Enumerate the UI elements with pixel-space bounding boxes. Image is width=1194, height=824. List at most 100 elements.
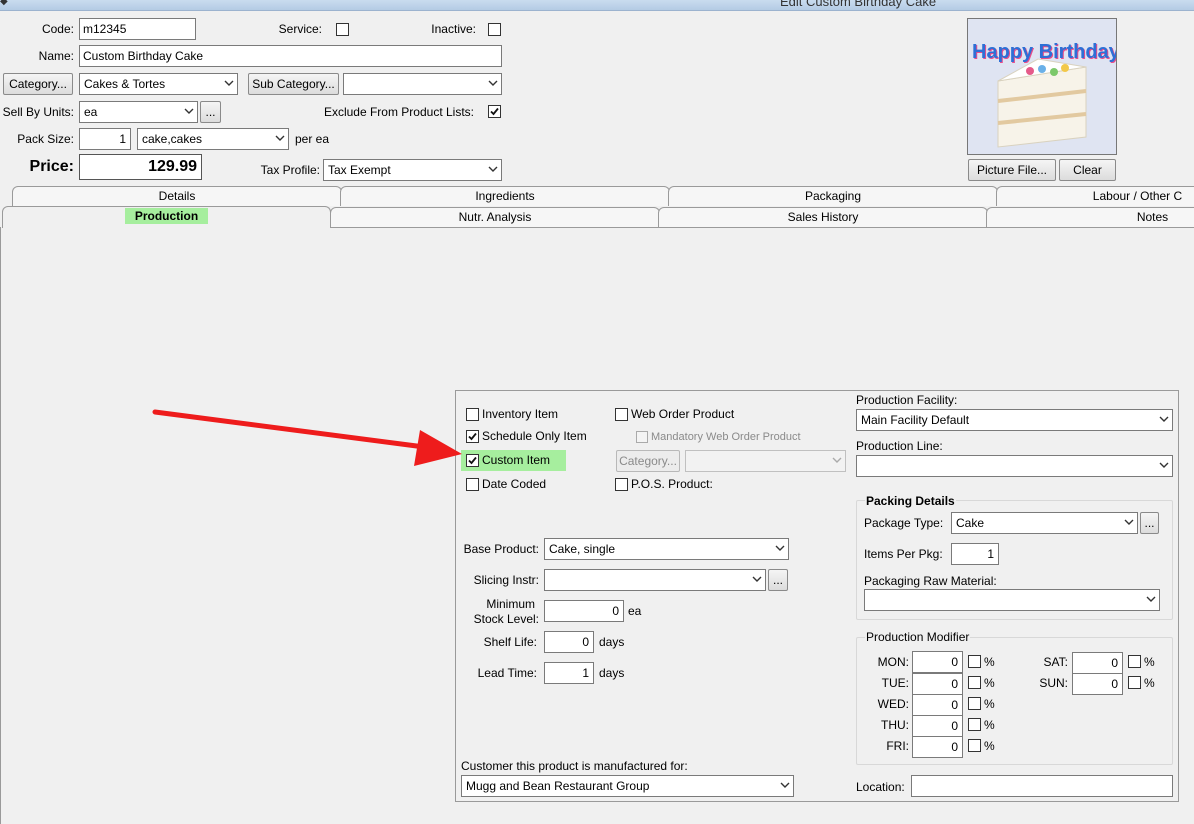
min-stock-label-2: Stock Level:	[473, 612, 539, 626]
name-label: Name:	[38, 49, 74, 63]
sell-by-units-select[interactable]: ea	[79, 101, 198, 123]
customer-label: Customer this product is manufactured fo…	[461, 759, 688, 773]
tab-packaging[interactable]: Packaging	[668, 186, 998, 206]
base-product-label: Base Product:	[463, 542, 539, 556]
chevron-down-icon	[184, 108, 194, 114]
shelf-life-input[interactable]: 0	[544, 631, 594, 653]
customer-select[interactable]: Mugg and Bean Restaurant Group	[461, 775, 794, 797]
tab-notes[interactable]: Notes	[986, 207, 1194, 227]
items-per-pkg-input[interactable]: 1	[951, 543, 999, 565]
modifier-mon-input[interactable]: 0	[912, 651, 963, 673]
modifier-mon-percent-checkbox[interactable]	[968, 655, 981, 668]
modifier-fri-input[interactable]: 0	[912, 736, 963, 758]
tax-profile-select[interactable]: Tax Exempt	[323, 159, 502, 181]
name-input[interactable]: Custom Birthday Cake	[79, 45, 502, 67]
production-category-select[interactable]	[685, 450, 846, 472]
code-input[interactable]: m12345	[79, 18, 196, 40]
app-icon: ◆	[0, 0, 8, 7]
modifier-thu-percent-checkbox[interactable]	[968, 718, 981, 731]
mandatory-web-order-checkbox[interactable]	[636, 431, 648, 443]
lead-time-unit: days	[599, 666, 625, 680]
inventory-item-label: Inventory Item	[482, 407, 559, 421]
production-facility-select[interactable]: Main Facility Default	[856, 409, 1173, 431]
service-checkbox[interactable]	[336, 23, 349, 36]
modifier-thu-input[interactable]: 0	[912, 715, 963, 737]
modifier-sun-percent-checkbox[interactable]	[1128, 676, 1141, 689]
clear-picture-button[interactable]: Clear	[1059, 159, 1116, 181]
tab-details[interactable]: Details	[12, 186, 342, 206]
chevron-down-icon	[1159, 416, 1169, 422]
web-order-product-checkbox[interactable]	[615, 408, 628, 421]
category-select[interactable]: Cakes & Tortes	[79, 73, 238, 95]
production-category-button[interactable]: Category...	[616, 450, 680, 472]
modifier-fri-percent-checkbox[interactable]	[968, 739, 981, 752]
date-coded-label: Date Coded	[482, 477, 547, 491]
base-product-select[interactable]: Cake, single	[544, 538, 789, 560]
tab-sales-history[interactable]: Sales History	[658, 207, 988, 227]
chevron-down-icon	[488, 80, 498, 86]
package-type-browse-button[interactable]: ...	[1140, 512, 1159, 534]
chevron-down-icon	[275, 135, 285, 141]
production-line-select[interactable]	[856, 455, 1173, 477]
pos-product-label: P.O.S. Product:	[631, 477, 713, 491]
tab-content-border	[0, 227, 3, 824]
tab-content-top-border	[331, 227, 1194, 228]
location-label: Location:	[856, 780, 905, 794]
slicing-browse-button[interactable]: ...	[768, 569, 788, 591]
date-coded-checkbox[interactable]	[466, 478, 479, 491]
modifier-mon-percent-label: %	[984, 655, 995, 669]
package-type-select[interactable]: Cake	[951, 512, 1138, 534]
price-input[interactable]: 129.99	[79, 154, 202, 180]
tab-production[interactable]: Production	[2, 206, 331, 228]
package-type-label: Package Type:	[864, 516, 944, 530]
slicing-instr-select[interactable]	[544, 569, 766, 591]
shelf-life-label: Shelf Life:	[483, 635, 537, 649]
modifier-sat-percent-checkbox[interactable]	[1128, 655, 1141, 668]
lead-time-input[interactable]: 1	[544, 662, 594, 684]
packing-details-title: Packing Details	[865, 493, 956, 509]
modifier-sat-input[interactable]: 0	[1072, 652, 1123, 674]
category-button[interactable]: Category...	[3, 73, 73, 95]
production-line-label: Production Line:	[856, 439, 943, 453]
shelf-life-unit: days	[599, 635, 625, 649]
modifier-wed-percent-checkbox[interactable]	[968, 697, 981, 710]
sell-by-units-label: Sell By Units:	[2, 105, 74, 119]
min-stock-unit: ea	[628, 604, 642, 618]
subcategory-select[interactable]	[343, 73, 502, 95]
modifier-sat-percent-label: %	[1144, 655, 1155, 669]
exclude-checkbox[interactable]	[488, 105, 501, 118]
mandatory-web-order-label: Mandatory Web Order Product	[651, 431, 801, 443]
chevron-down-icon	[1159, 462, 1169, 468]
sell-by-units-browse-button[interactable]: ...	[200, 101, 221, 123]
inactive-checkbox[interactable]	[488, 23, 501, 36]
chevron-down-icon	[488, 166, 498, 172]
chevron-down-icon	[1146, 596, 1156, 602]
chevron-down-icon	[832, 457, 842, 463]
min-stock-label-1: Minimum	[486, 597, 535, 611]
min-stock-input[interactable]: 0	[544, 600, 624, 622]
window-title: Edit Custom Birthday Cake	[780, 0, 937, 9]
pack-size-label: Pack Size:	[17, 132, 74, 146]
modifier-sun-input[interactable]: 0	[1072, 673, 1123, 695]
modifier-wed-input[interactable]: 0	[912, 694, 963, 716]
chevron-down-icon	[224, 80, 234, 86]
production-modifier-title: Production Modifier	[865, 629, 971, 645]
modifier-thu-percent-label: %	[984, 718, 995, 732]
modifier-sun-label: SUN:	[1039, 676, 1068, 690]
tab-labour-other[interactable]: Labour / Other C	[996, 186, 1194, 206]
pack-size-input[interactable]: 1	[79, 128, 131, 150]
tab-nutr-analysis[interactable]: Nutr. Analysis	[330, 207, 660, 227]
modifier-wed-label: WED:	[877, 697, 909, 711]
subcategory-button[interactable]: Sub Category...	[248, 73, 339, 95]
picture-file-button[interactable]: Picture File...	[968, 159, 1056, 181]
modifier-sun-percent-label: %	[1144, 676, 1155, 690]
modifier-tue-percent-checkbox[interactable]	[968, 676, 981, 689]
location-input[interactable]	[911, 775, 1173, 797]
pack-unit-select[interactable]: cake,cakes	[137, 128, 289, 150]
modifier-thu-label: THU:	[881, 718, 909, 732]
picture-caption: Happy Birthday!	[972, 41, 1117, 63]
packaging-raw-material-select[interactable]	[864, 589, 1160, 611]
modifier-tue-input[interactable]: 0	[912, 673, 963, 695]
tab-ingredients[interactable]: Ingredients	[340, 186, 670, 206]
pos-product-checkbox[interactable]	[615, 478, 628, 491]
